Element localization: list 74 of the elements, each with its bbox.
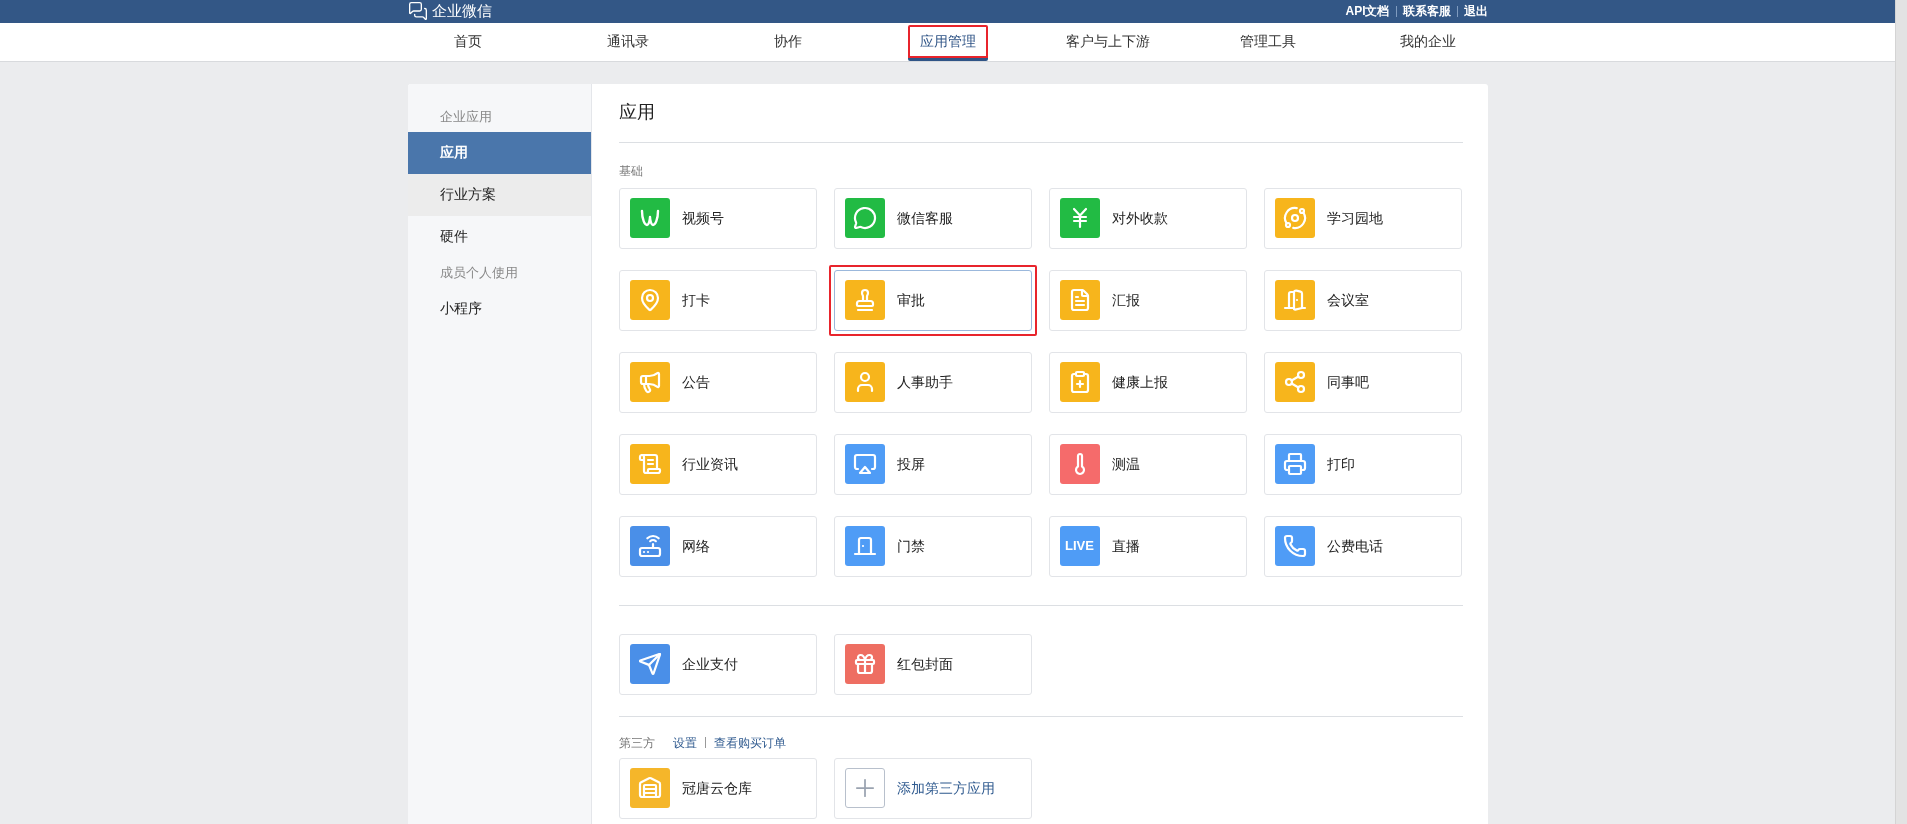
app-name: 打印 [1326, 454, 1355, 474]
app-name: 门禁 [896, 536, 925, 556]
app-name: 公费电话 [1326, 536, 1383, 556]
section-link[interactable]: 设置 [672, 733, 697, 752]
app-tile[interactable]: 健康上报 [1048, 351, 1247, 413]
app-tile[interactable]: 测温 [1048, 433, 1247, 495]
app-tile[interactable]: 网络 [618, 515, 817, 577]
app-name: 直播 [1111, 536, 1140, 556]
sidebar-heading: 成员个人使用 [438, 263, 519, 282]
logo-text: 企业微信 [431, 1, 492, 21]
app-name: 视频号 [681, 208, 724, 228]
sidebar-item[interactable]: 硬件 [407, 215, 591, 258]
app-tile[interactable]: 公告 [618, 351, 817, 413]
app-tile[interactable]: 企业支付 [618, 633, 817, 695]
app-name: 学习园地 [1326, 208, 1383, 228]
scrollbar[interactable] [1895, 0, 1907, 824]
app-tile[interactable]: 行业资讯 [618, 433, 817, 495]
app-tile[interactable]: 红包封面 [833, 633, 1032, 695]
app-name: 会议室 [1326, 290, 1369, 310]
nav-tab[interactable]: 客户与上下游 [1053, 24, 1162, 61]
section-label: 基础 [618, 162, 643, 180]
app-name: 微信客服 [896, 208, 953, 228]
app-tile[interactable]: 添加第三方应用 [833, 757, 1032, 819]
app-tile[interactable]: 汇报 [1048, 269, 1247, 331]
app-name: 行业资讯 [681, 454, 738, 474]
app-tile[interactable]: 打卡 [618, 269, 817, 331]
app-tile[interactable]: 审批 [833, 269, 1032, 331]
nav-tab[interactable]: 协作 [761, 24, 814, 61]
app-name: 同事吧 [1326, 372, 1369, 392]
sidebar-item[interactable]: 应用 [407, 131, 591, 174]
app-name: 人事助手 [896, 372, 953, 392]
app-tile[interactable]: 对外收款 [1048, 187, 1247, 249]
app-tile[interactable]: 门禁 [833, 515, 1032, 577]
app-tile[interactable]: 微信客服 [833, 187, 1032, 249]
app-name: 网络 [681, 536, 710, 556]
app-name: 投屏 [896, 454, 925, 474]
app-tile[interactable]: 学习园地 [1263, 187, 1462, 249]
plus-icon [844, 768, 885, 808]
app-name: 企业支付 [681, 654, 738, 674]
sidebar-heading: 企业应用 [438, 107, 493, 126]
app-name: 添加第三方应用 [896, 778, 995, 798]
app-tile[interactable]: 公费电话 [1263, 515, 1462, 577]
nav-tab[interactable]: 应用管理 [907, 24, 988, 61]
app-name: 测温 [1111, 454, 1140, 474]
nav-tab[interactable]: 管理工具 [1227, 24, 1308, 61]
top-link[interactable]: 联系客服 [1402, 2, 1451, 21]
page-title: 应用 [618, 101, 655, 124]
app-tile[interactable]: LIVE 直播 [1048, 515, 1247, 577]
top-link[interactable]: API文档 [1345, 2, 1390, 21]
section-label: 第三方 [618, 734, 655, 752]
live-icon: LIVE [1059, 526, 1100, 566]
app-name: 公告 [681, 372, 710, 392]
app-name: 冠唐云仓库 [681, 778, 752, 798]
sidebar-item[interactable]: 小程序 [407, 287, 591, 330]
app-tile[interactable]: 投屏 [833, 433, 1032, 495]
app-name: 汇报 [1111, 290, 1140, 310]
app-tile[interactable]: 视频号 [618, 187, 817, 249]
app-tile[interactable]: 同事吧 [1263, 351, 1462, 413]
nav-tab[interactable]: 首页 [441, 24, 494, 61]
app-name: 红包封面 [896, 654, 953, 674]
app-name: 打卡 [681, 290, 710, 310]
app-name: 健康上报 [1111, 372, 1168, 392]
nav-tab[interactable]: 通讯录 [594, 24, 661, 61]
app-tile[interactable]: 冠唐云仓库 [618, 757, 817, 819]
app-name: 审批 [896, 290, 925, 310]
section-link[interactable]: 查看购买订单 [713, 733, 786, 752]
logo-icon [407, 1, 428, 22]
top-link[interactable]: 退出 [1463, 2, 1488, 21]
app-tile[interactable]: 打印 [1263, 433, 1462, 495]
nav-tab[interactable]: 我的企业 [1387, 24, 1468, 61]
sidebar-item[interactable]: 行业方案 [407, 173, 591, 216]
app-tile[interactable]: 会议室 [1263, 269, 1462, 331]
app-name: 对外收款 [1111, 208, 1168, 228]
app-tile[interactable]: 人事助手 [833, 351, 1032, 413]
